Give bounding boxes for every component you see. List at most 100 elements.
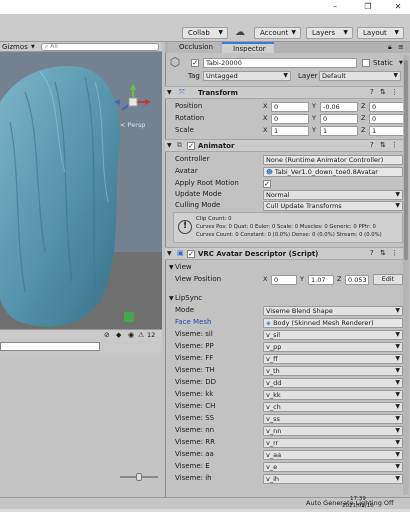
scene-viewport[interactable]: < Persp [0, 52, 162, 329]
preset-icon[interactable]: ⇅ [380, 140, 386, 151]
viseme-dropdown[interactable]: v_aa ▼ [263, 450, 403, 460]
viseme-row: Viseme: ih v_ih ▼ [167, 473, 407, 484]
account-button[interactable]: Account ▼ [254, 27, 301, 39]
avatar-value: Tabi_Ver1.0_down_toe0.8Avatar [274, 168, 378, 176]
viseme-label: Viseme: nn [175, 426, 215, 434]
inspector-scrollbar-thumb[interactable] [404, 60, 408, 260]
viseme-dropdown[interactable]: v_dd ▼ [263, 378, 403, 388]
window-title-bar: – ❐ ✕ [0, 0, 410, 14]
search-icon: ⌕ [45, 43, 49, 50]
clip-count-text: Clip Count: 0 [196, 216, 232, 222]
tag-dropdown[interactable]: Untagged ▼ [203, 71, 291, 81]
static-checkbox[interactable] [362, 59, 370, 67]
viseme-dropdown[interactable]: v_sil ▼ [263, 330, 403, 340]
minimize-icon[interactable]: – [325, 0, 345, 14]
tab-inspector[interactable]: Inspector [222, 42, 274, 53]
viseme-dropdown[interactable]: v_pp ▼ [263, 342, 403, 352]
position-z-field[interactable]: 0 [369, 102, 405, 112]
viseme-dropdown[interactable]: v_ch ▼ [263, 402, 403, 412]
info-icon: ! [178, 220, 192, 234]
layer-dropdown[interactable]: Default ▼ [319, 71, 401, 81]
scale-x-field[interactable]: 1 [271, 126, 309, 136]
preset-icon[interactable]: ⇅ [380, 87, 386, 98]
zoom-slider-thumb[interactable] [136, 473, 142, 481]
overlay-icon[interactable] [124, 312, 134, 322]
warning-icon[interactable]: ⚠ [138, 331, 144, 339]
viseme-dropdown[interactable]: v_e ▼ [263, 462, 403, 472]
view-position-row: View Position X 0 Y 1.07 Z 0.053 Edit [167, 274, 407, 285]
restore-icon[interactable]: ❐ [358, 0, 378, 14]
clear-icon[interactable]: ⊘ [104, 331, 110, 339]
edit-view-button[interactable]: Edit [373, 274, 403, 285]
view-position-label: View Position [175, 275, 222, 283]
viseme-dropdown[interactable]: v_ss ▼ [263, 414, 403, 424]
info-icon[interactable]: ◉ [128, 331, 134, 339]
rotation-y-field[interactable]: 0 [320, 114, 358, 124]
close-icon[interactable]: ✕ [388, 0, 408, 14]
animator-header[interactable]: ▼ ⧉ ✓ Animator ? ⇅ ⋮ [165, 139, 405, 152]
help-icon[interactable]: ? [370, 87, 374, 98]
gizmos-menu[interactable]: Gizmos [2, 43, 28, 51]
vrc-enabled-checkbox[interactable]: ✓ [187, 250, 195, 258]
update-mode-dropdown[interactable]: Normal ▼ [263, 190, 403, 200]
viseme-value: v_th [266, 367, 280, 375]
scale-z-field[interactable]: 1 [369, 126, 405, 136]
viseme-dropdown[interactable]: v_ff ▼ [263, 354, 403, 364]
lipsync-section-row[interactable]: ▼ LipSync [167, 293, 407, 304]
scene-search-input[interactable]: ⌕ All [41, 43, 159, 51]
culling-mode-dropdown[interactable]: Cull Update Transforms ▼ [263, 201, 403, 211]
more-icon[interactable]: ⋮ [391, 248, 398, 259]
avatar-row: Avatar ☻ Tabi_Ver1.0_down_toe0.8Avatar [167, 166, 407, 177]
more-icon[interactable]: ⋮ [391, 140, 398, 151]
rotation-z-field[interactable]: 0 [369, 114, 405, 124]
tab-occlusion[interactable]: Occlusion [168, 42, 220, 53]
chevron-down-icon: ▼ [395, 343, 400, 350]
position-y-field[interactable]: -0.06 [320, 102, 358, 112]
help-icon[interactable]: ? [370, 140, 374, 151]
object-name-field[interactable]: Tabi-20000 [203, 58, 357, 68]
viseme-dropdown[interactable]: v_th ▼ [263, 366, 403, 376]
viseme-dropdown[interactable]: v_rr ▼ [263, 438, 403, 448]
animator-enabled-checkbox[interactable]: ✓ [187, 142, 195, 150]
apply-root-motion-checkbox[interactable]: ✓ [263, 180, 271, 188]
lock-icon[interactable]: 🔒︎ [388, 43, 392, 52]
lipsync-mode-dropdown[interactable]: Viseme Blend Shape ▼ [263, 306, 403, 316]
preset-icon[interactable]: ⇅ [380, 248, 386, 259]
viseme-label: Viseme: PP [175, 342, 214, 350]
scale-y-field[interactable]: 1 [320, 126, 358, 136]
help-icon[interactable]: ? [370, 248, 374, 259]
tag-icon[interactable]: ◆ [116, 331, 121, 339]
view-position-y-field[interactable]: 1.07 [308, 275, 334, 285]
viseme-label: Viseme: DD [175, 378, 217, 386]
perspective-label[interactable]: < Persp [120, 121, 145, 129]
more-icon[interactable]: ⋮ [391, 87, 398, 98]
layout-button[interactable]: Layout ▼ [357, 27, 404, 39]
view-position-z-field[interactable]: 0.053 [345, 275, 369, 285]
view-section-row[interactable]: ▼ View [167, 262, 407, 273]
scene-view-header: Gizmos ▼ ⌕ All [0, 42, 162, 52]
layers-button[interactable]: Layers ▼ [306, 27, 353, 39]
viseme-dropdown[interactable]: v_kk ▼ [263, 390, 403, 400]
position-x-field[interactable]: 0 [271, 102, 309, 112]
controller-field[interactable]: None (Runtime Animator Controller) [263, 155, 403, 165]
cloud-icon[interactable]: ☁ [233, 26, 247, 40]
view-position-x-field[interactable]: 0 [271, 275, 297, 285]
menu-icon[interactable]: ≡ [398, 43, 404, 51]
console-search-input[interactable] [0, 342, 100, 351]
x-axis-label: X [263, 102, 268, 110]
vrc-avatar-descriptor-header[interactable]: ▼ ▣ ✓ VRC Avatar Descriptor (Script) ? ⇅… [165, 247, 405, 260]
axis-gizmo[interactable] [108, 82, 153, 122]
object-active-checkbox[interactable]: ✓ [191, 59, 199, 67]
rotation-x-field[interactable]: 0 [271, 114, 309, 124]
transform-header[interactable]: ▼ ⤧ Transform ? ⇅ ⋮ [165, 86, 405, 99]
vrc-title: VRC Avatar Descriptor (Script) [198, 250, 319, 258]
avatar-field[interactable]: ☻ Tabi_Ver1.0_down_toe0.8Avatar [263, 167, 403, 177]
face-mesh-value: Body (Skinned Mesh Renderer) [273, 319, 374, 327]
inspector-tab-label: Inspector [233, 45, 266, 53]
collab-button[interactable]: Collab ▼ [182, 27, 228, 39]
position-row: Position X 0 Y -0.06 Z 0 [167, 101, 407, 112]
chevron-down-icon[interactable]: ▼ [31, 43, 35, 51]
face-mesh-field[interactable]: ◈ Body (Skinned Mesh Renderer) [263, 318, 403, 328]
viseme-dropdown[interactable]: v_nn ▼ [263, 426, 403, 436]
viseme-dropdown[interactable]: v_ih ▼ [263, 474, 403, 484]
